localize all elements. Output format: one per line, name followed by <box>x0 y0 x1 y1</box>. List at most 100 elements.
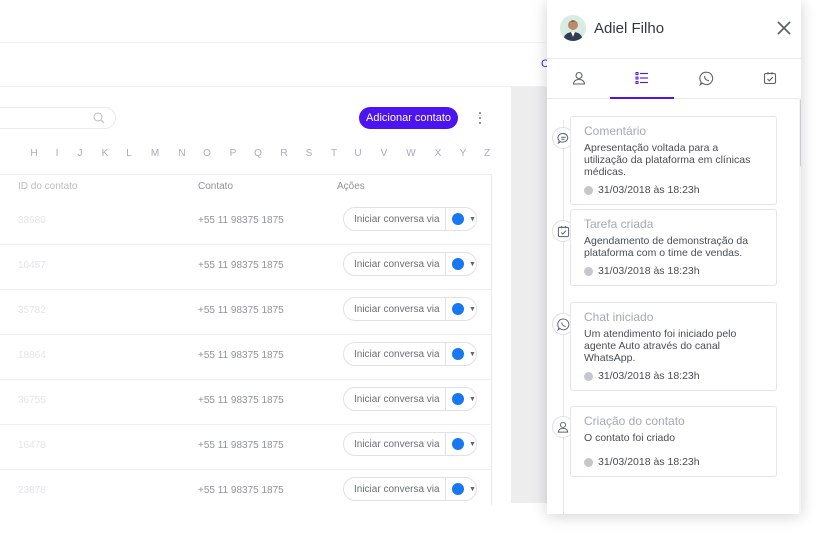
chevron-down-icon[interactable]: ▼ <box>469 306 476 313</box>
messenger-icon <box>452 258 465 270</box>
start-conversation-button[interactable]: Iniciar conversa via ▼ <box>343 387 477 411</box>
table-row[interactable]: 36755 +55 11 98375 1875 Iniciar conversa… <box>0 380 491 425</box>
chevron-down-icon[interactable]: ▼ <box>469 396 476 403</box>
messenger-icon <box>452 348 465 360</box>
contact-phone: +55 11 98375 1875 <box>198 305 284 316</box>
alphabet-letter[interactable]: S <box>306 148 313 159</box>
timeline-description: O contato foi criado <box>584 432 676 444</box>
chevron-down-icon[interactable]: ▼ <box>469 441 476 448</box>
timeline-card[interactable]: Criação do contato O contato foi criado … <box>570 406 777 477</box>
alphabet-letter[interactable]: Q <box>254 148 262 159</box>
chevron-down-icon[interactable]: ▼ <box>469 261 476 268</box>
alphabet-letter[interactable]: N <box>178 148 185 159</box>
timeline-card[interactable]: Comentário Apresentação voltada para a u… <box>570 116 777 205</box>
start-conversation-button[interactable]: Iniciar conversa via ▼ <box>343 297 477 321</box>
close-icon[interactable] <box>776 20 792 36</box>
contact-phone: +55 11 98375 1875 <box>198 440 284 451</box>
alphabet-letter[interactable]: L <box>126 148 132 159</box>
chevron-down-icon[interactable]: ▼ <box>469 351 476 358</box>
alphabet-letter[interactable]: W <box>406 148 415 159</box>
contact-id: 35782 <box>18 305 46 316</box>
timeline-date: 31/03/2018 às 18:23h <box>584 265 764 277</box>
whatsapp-icon <box>698 71 713 86</box>
alphabet-letter[interactable]: K <box>102 148 109 159</box>
clock-icon <box>584 266 593 276</box>
start-conversation-button[interactable]: Iniciar conversa via ▼ <box>343 432 477 456</box>
timeline-card[interactable]: Tarefa criada Agendamento de demonstraçã… <box>570 209 777 286</box>
tab-activities[interactable] <box>610 58 674 99</box>
search-icon <box>93 112 105 124</box>
start-conversation-label: Iniciar conversa via <box>354 483 440 495</box>
contact-phone: +55 11 98375 1875 <box>198 485 284 496</box>
table-row[interactable]: 23878 +55 11 98375 1875 Iniciar conversa… <box>0 470 491 514</box>
messenger-icon <box>452 393 465 405</box>
whatsapp-icon <box>556 318 569 331</box>
start-conversation-label: Iniciar conversa via <box>354 303 440 315</box>
user-icon <box>557 421 569 433</box>
clock-icon <box>584 185 593 195</box>
alphabet-letter[interactable]: R <box>280 148 287 159</box>
alphabet-letter[interactable]: H <box>30 148 37 159</box>
chevron-down-icon[interactable]: ▼ <box>469 486 476 493</box>
top-divider <box>0 42 545 43</box>
start-conversation-label: Iniciar conversa via <box>354 258 440 270</box>
avatar <box>560 15 586 41</box>
contacts-table: 38680 +55 11 98375 1875 Iniciar conversa… <box>0 174 492 505</box>
alphabet-letter[interactable]: Z <box>484 148 490 159</box>
table-row[interactable]: 18864 +55 11 98375 1875 Iniciar conversa… <box>0 335 491 380</box>
more-options-icon[interactable] <box>476 110 484 126</box>
start-conversation-button[interactable]: Iniciar conversa via ▼ <box>343 477 477 501</box>
alphabet-letter[interactable]: P <box>230 148 237 159</box>
table-row[interactable]: 35782 +55 11 98375 1875 Iniciar conversa… <box>0 290 491 335</box>
start-conversation-button[interactable]: Iniciar conversa via ▼ <box>343 342 477 366</box>
contact-phone: +55 11 98375 1875 <box>198 395 284 406</box>
start-conversation-button[interactable]: Iniciar conversa via ▼ <box>343 252 477 276</box>
add-contact-button[interactable]: Adicionar contato <box>359 107 458 129</box>
messenger-icon <box>452 483 465 495</box>
timeline-title: Chat iniciado <box>584 310 654 324</box>
table-row[interactable]: 38680 +55 11 98375 1875 Iniciar conversa… <box>0 200 491 245</box>
contact-activity-panel: Adiel Filho Comentário Apresentação volt… <box>547 0 801 514</box>
search-input[interactable] <box>0 107 116 129</box>
alphabet-letter[interactable]: J <box>78 148 83 159</box>
alphabet-letter[interactable]: Y <box>460 148 467 159</box>
contact-phone: +55 11 98375 1875 <box>198 260 284 271</box>
start-conversation-label: Iniciar conversa via <box>354 393 440 405</box>
alphabet-letter[interactable]: I <box>56 148 59 159</box>
tab-profile[interactable] <box>547 58 611 98</box>
alphabet-letter[interactable]: T <box>331 148 337 159</box>
comment-icon <box>556 132 568 144</box>
timeline-description: Um atendimento foi iniciado pelo agente … <box>584 328 737 364</box>
clock-icon <box>584 457 593 467</box>
panel-tabs <box>547 58 801 99</box>
timeline-card[interactable]: Chat iniciado Um atendimento foi iniciad… <box>570 302 777 391</box>
start-conversation-label: Iniciar conversa via <box>354 213 440 225</box>
alphabet-letter[interactable]: X <box>435 148 442 159</box>
alphabet-letter[interactable]: V <box>381 148 388 159</box>
scrollbar-thumb[interactable] <box>800 99 801 167</box>
table-row[interactable]: 10457 +55 11 98375 1875 Iniciar conversa… <box>0 245 491 290</box>
clock-icon <box>584 371 593 381</box>
tab-whatsapp[interactable] <box>674 58 738 98</box>
alphabet-letter[interactable]: O <box>203 148 211 159</box>
contact-id: 18864 <box>18 350 46 361</box>
timeline-date-text: 31/03/2018 às 18:23h <box>598 184 700 196</box>
start-conversation-label: Iniciar conversa via <box>354 348 440 360</box>
panel-header: Adiel Filho <box>547 0 801 59</box>
tab-tasks[interactable] <box>738 58 801 98</box>
timeline-date-text: 31/03/2018 às 18:23h <box>598 265 700 277</box>
contact-id: 23878 <box>18 485 46 496</box>
timeline-date-text: 31/03/2018 às 18:23h <box>598 370 700 382</box>
alphabet-letter[interactable]: U <box>354 148 361 159</box>
timeline-date: 31/03/2018 às 18:23h <box>584 456 764 468</box>
contact-id: 38680 <box>18 215 46 226</box>
chevron-down-icon[interactable]: ▼ <box>469 216 476 223</box>
timeline-description: Apresentação voltada para a utilização d… <box>584 142 751 178</box>
timeline-description: Agendamento de demonstração da plataform… <box>584 235 749 259</box>
messenger-icon <box>452 438 465 450</box>
timeline-date: 31/03/2018 às 18:23h <box>584 370 764 382</box>
alphabet-letter[interactable]: M <box>151 148 159 159</box>
start-conversation-button[interactable]: Iniciar conversa via ▼ <box>343 207 477 231</box>
contact-phone: +55 11 98375 1875 <box>198 215 284 226</box>
table-row[interactable]: 16478 +55 11 98375 1875 Iniciar conversa… <box>0 425 491 470</box>
